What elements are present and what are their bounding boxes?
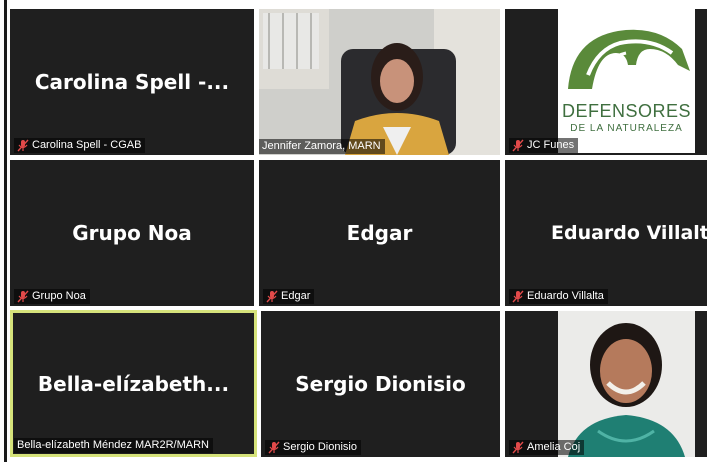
anteater-logo-icon <box>568 29 690 89</box>
mic-off-icon <box>512 139 524 152</box>
mic-off-icon <box>512 441 524 454</box>
participant-photo <box>558 311 695 457</box>
mic-off-icon <box>268 441 280 454</box>
participant-display-name: Edgar <box>346 221 413 245</box>
participant-display-name: Grupo Noa <box>72 221 192 245</box>
meeting-window: Carolina Spell -... Carolina Spell - CGA… <box>0 0 707 462</box>
participant-grid: Carolina Spell -... Carolina Spell - CGA… <box>10 9 707 457</box>
participant-tile-grupo-noa[interactable]: Grupo Noa Grupo Noa <box>10 160 254 306</box>
participant-display-name: Eduardo Villalta <box>551 222 707 244</box>
window-edge <box>4 0 7 462</box>
logo-line1: DEFENSORES <box>561 101 692 121</box>
organization-logo: DEFENSORES DE LA NATURALEZA <box>558 9 695 153</box>
participant-label-text: Eduardo Villalta <box>527 290 604 302</box>
participant-label: JC Funes <box>509 138 579 153</box>
participant-display-name: Bella-elízabeth... <box>37 371 230 396</box>
mic-off-icon <box>512 290 524 303</box>
participant-label-text: Edgar <box>281 290 311 302</box>
participant-label: Sergio Dionisio <box>265 440 361 455</box>
participant-label: Jennifer Zamora, MARN <box>259 139 385 154</box>
participant-tile-jennifer[interactable]: Jennifer Zamora, MARN <box>259 9 500 155</box>
participant-display-name: Sergio Dionisio <box>295 372 466 396</box>
mic-off-icon <box>17 290 29 303</box>
participant-tile-sergio[interactable]: Sergio Dionisio Sergio Dionisio <box>261 311 500 457</box>
participant-tile-edgar[interactable]: Edgar Edgar <box>259 160 500 306</box>
mic-off-icon <box>17 139 29 152</box>
participant-label-text: Jennifer Zamora, MARN <box>262 140 381 152</box>
participant-label: Eduardo Villalta <box>509 289 608 304</box>
participant-label: Amelia Coj <box>509 440 585 455</box>
participant-tile-jcfunes[interactable]: DEFENSORES DE LA NATURALEZA JC Funes <box>505 9 707 155</box>
participant-label-text: Bella-elízabeth Méndez MAR2R/MARN <box>17 439 209 451</box>
participant-tile-carolina[interactable]: Carolina Spell -... Carolina Spell - CGA… <box>10 9 254 155</box>
participant-label-text: Sergio Dionisio <box>283 441 357 453</box>
participant-tile-amelia[interactable]: Amelia Coj <box>505 311 707 457</box>
participant-display-name: Carolina Spell -... <box>34 70 230 94</box>
participant-label: Bella-elízabeth Méndez MAR2R/MARN <box>14 438 213 453</box>
participant-label-text: Grupo Noa <box>32 290 86 302</box>
participant-label: Carolina Spell - CGAB <box>14 138 146 153</box>
participant-label-text: Amelia Coj <box>527 441 581 453</box>
participant-tile-bella[interactable]: Bella-elízabeth... Bella-elízabeth Ménde… <box>10 310 257 457</box>
logo-line2: DE LA NATURALEZA <box>570 123 683 134</box>
participant-label-text: JC Funes <box>527 139 575 151</box>
participant-label-text: Carolina Spell - CGAB <box>32 139 142 151</box>
profile-photo-image <box>558 311 695 457</box>
mic-off-icon <box>266 290 278 303</box>
participant-label: Edgar <box>263 289 315 304</box>
participant-label: Grupo Noa <box>14 289 90 304</box>
participant-tile-eduardo[interactable]: Eduardo Villalta Eduardo Villalta <box>505 160 707 306</box>
participant-video <box>259 9 500 155</box>
